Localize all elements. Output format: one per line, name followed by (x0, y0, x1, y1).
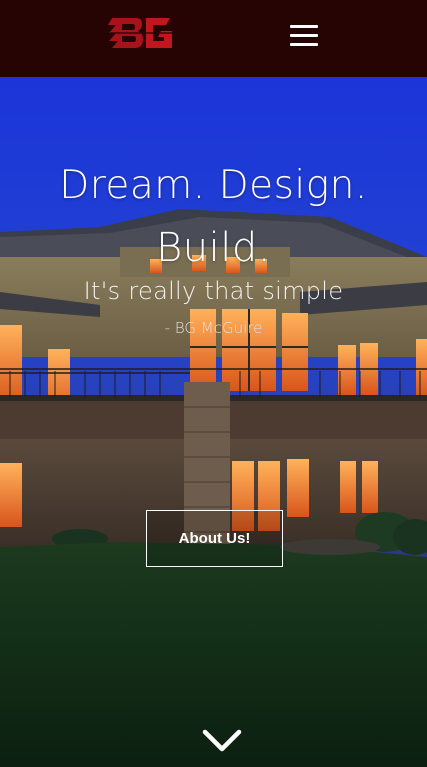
hero-attribution: - BG McGuire (164, 319, 263, 337)
logo-icon (108, 18, 172, 48)
about-us-button[interactable]: About Us! (146, 510, 283, 567)
hero-section: Dream. Design. Build. It's really that s… (0, 77, 427, 767)
hamburger-menu-icon[interactable] (288, 22, 320, 50)
page: Dream. Design. Build. It's really that s… (0, 0, 427, 767)
chevron-down-icon[interactable] (201, 728, 243, 754)
top-navbar (0, 0, 427, 77)
hero-tagline: It's really that simple (83, 277, 344, 305)
hero-headline: Dream. Design. Build. (0, 155, 427, 279)
bg-logo[interactable] (108, 15, 174, 51)
headline-line-2: Build. (156, 225, 271, 271)
headline-line-1: Dream. Design. (59, 163, 368, 208)
